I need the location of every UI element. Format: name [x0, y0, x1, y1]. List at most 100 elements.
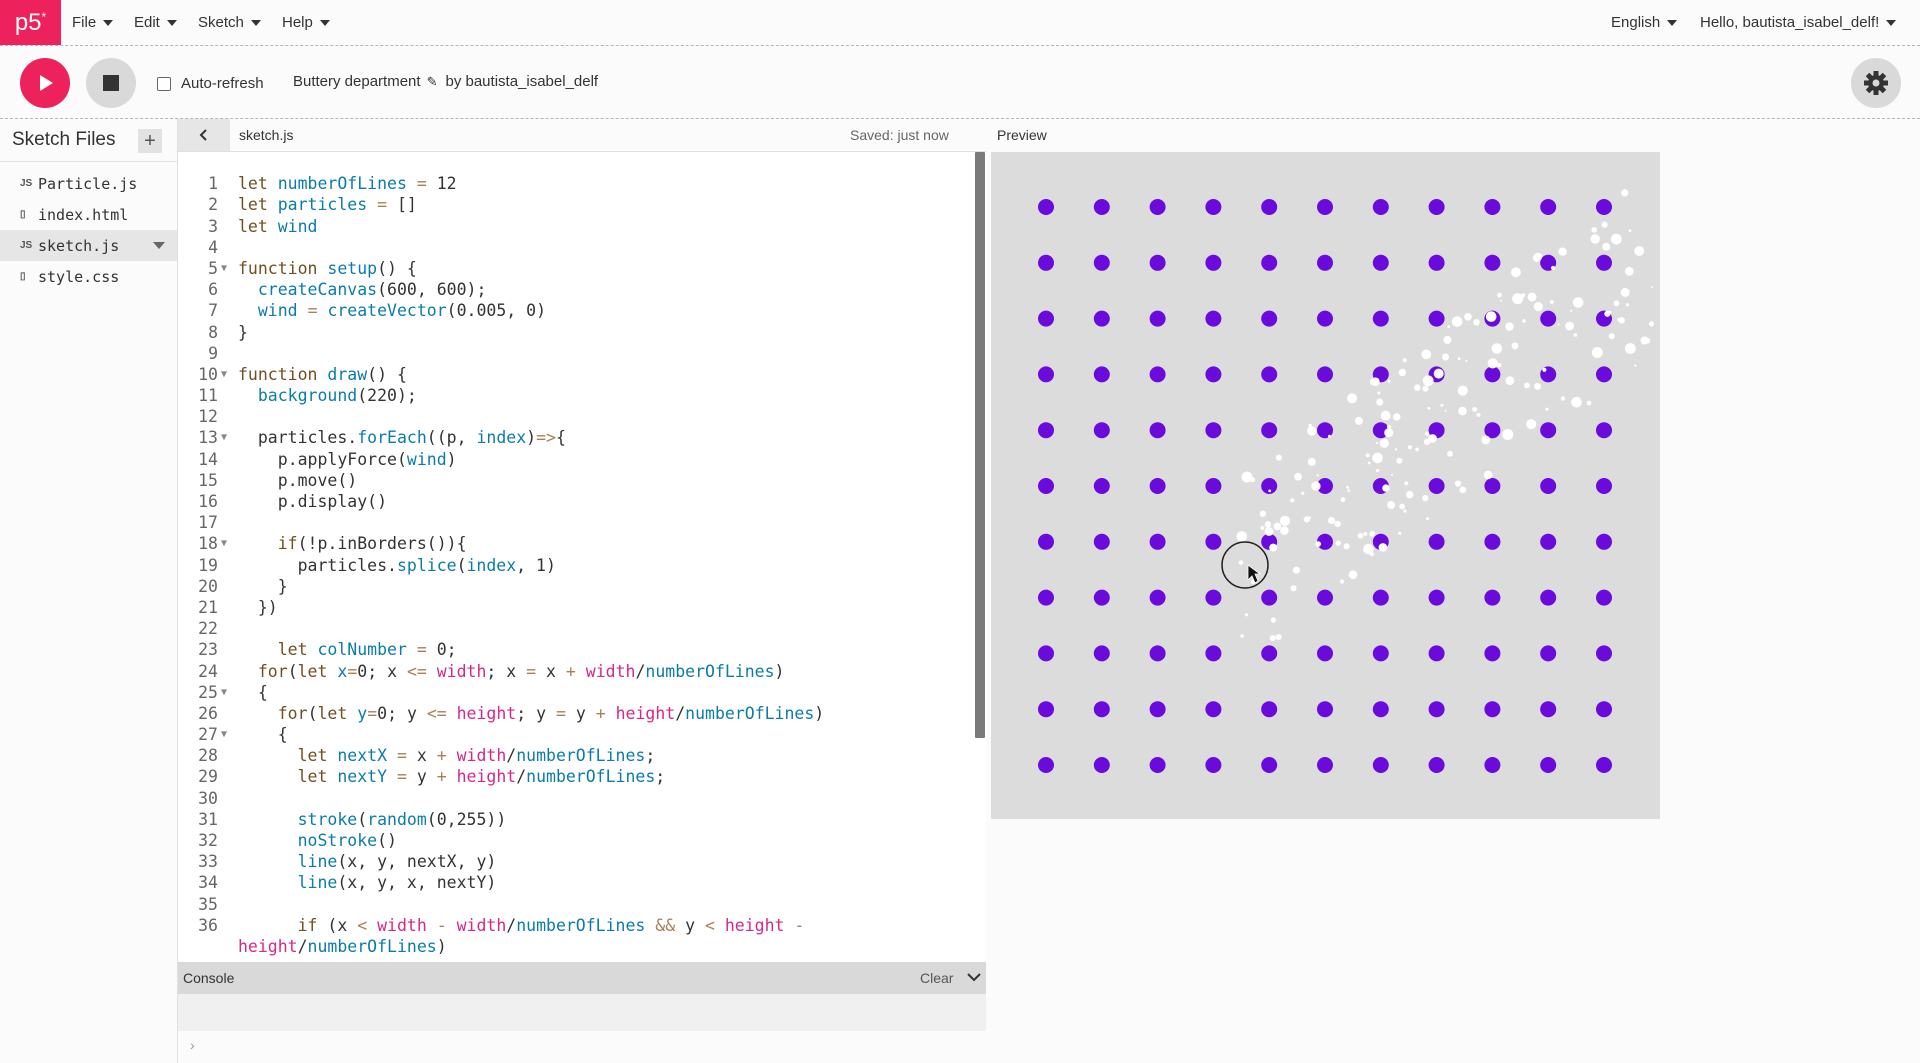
particle	[1348, 570, 1358, 579]
grid-dot	[1596, 199, 1612, 215]
grid-dot	[1484, 589, 1501, 606]
particle	[1545, 407, 1549, 411]
file-name: style.css	[38, 267, 120, 286]
grid-dot	[1149, 478, 1166, 494]
grid-dot	[1093, 310, 1110, 327]
particle	[1497, 292, 1502, 298]
file-item-style-css[interactable]: ▯ style.css	[0, 261, 177, 292]
particle	[1244, 613, 1248, 617]
particle	[1334, 520, 1341, 528]
file-options-caret-icon[interactable]	[153, 242, 165, 249]
line-number: 23	[198, 640, 218, 660]
particle	[1308, 423, 1312, 427]
particle	[1565, 321, 1574, 331]
fold-arrow-icon[interactable]: ▼	[221, 258, 227, 279]
fold-arrow-icon[interactable]: ▼	[221, 724, 227, 745]
editor-scrollbar[interactable]	[975, 152, 985, 738]
grid-dot	[1093, 199, 1110, 215]
file-item-particle-js[interactable]: JS Particle.js	[0, 168, 177, 199]
code-editor[interactable]: 1 2 3 4 5 ▼ 6 7 8 9 10 ▼ 11 12 13 ▼ 14 15 16 17 18 ▼ 19 20 21 22 2…	[178, 152, 986, 962]
particle	[1427, 406, 1431, 410]
line-number	[178, 936, 218, 957]
particle	[1560, 396, 1566, 401]
particle	[1316, 474, 1319, 477]
grid-dot	[1149, 757, 1166, 773]
auto-refresh-toggle[interactable]: Auto-refresh	[157, 75, 264, 92]
grid-dot	[1205, 701, 1222, 718]
grid-dot	[1205, 757, 1222, 773]
grid-dot	[1038, 757, 1054, 773]
particle	[1339, 579, 1345, 584]
particle	[1422, 375, 1434, 387]
add-file-button[interactable]: +	[138, 129, 162, 153]
particle	[1273, 522, 1282, 531]
grid-dot	[1205, 645, 1222, 662]
particle	[1422, 494, 1429, 502]
console-panel: Console Clear ›	[178, 962, 986, 1063]
fold-arrow-icon[interactable]: ▼	[221, 682, 227, 703]
particle	[1307, 426, 1317, 436]
grid-dot	[1149, 254, 1166, 271]
language-menu[interactable]: English	[1611, 0, 1678, 45]
grid-dot	[1317, 701, 1333, 718]
console-input[interactable]: ›	[178, 1031, 986, 1063]
file-item-sketch-js[interactable]: JS sketch.js	[0, 230, 177, 261]
grid-dot	[1317, 310, 1333, 327]
pencil-icon[interactable]: ✎	[427, 74, 438, 90]
particle	[1347, 393, 1358, 404]
grid-dot	[1484, 757, 1501, 773]
particle	[1269, 543, 1278, 552]
code-area[interactable]: let numberOfLines = 12 let particles = []…	[238, 152, 968, 957]
chevron-down-icon[interactable]	[966, 970, 982, 987]
particle	[1386, 424, 1392, 430]
particle	[1586, 400, 1592, 406]
particle	[1604, 310, 1611, 317]
clear-console-button[interactable]: Clear	[920, 970, 953, 986]
file-icon: ▯	[20, 271, 26, 282]
particle	[1500, 299, 1503, 302]
user-menu[interactable]: Hello, bautista_isabel_delf!	[1700, 0, 1897, 45]
particle	[1391, 474, 1394, 476]
file-item-index-html[interactable]: ▯ index.html	[0, 199, 177, 230]
particle	[1236, 531, 1248, 542]
grid-dot	[1372, 757, 1389, 773]
menu-file[interactable]: File	[72, 0, 114, 45]
fold-arrow-icon[interactable]: ▼	[221, 427, 227, 448]
stop-button[interactable]	[86, 58, 136, 108]
sketch-canvas[interactable]	[991, 152, 1660, 819]
menu-edit[interactable]: Edit	[134, 0, 177, 45]
grid-dot	[1261, 310, 1278, 327]
line-number: 22	[198, 619, 218, 639]
sketch-author[interactable]: by bautista_isabel_delf	[445, 73, 598, 90]
auto-refresh-checkbox[interactable]	[157, 76, 171, 91]
fold-arrow-icon[interactable]: ▼	[221, 533, 227, 554]
grid-dot	[1484, 254, 1501, 271]
line-number: 11	[198, 386, 218, 406]
top-nav: p5 * File Edit Sketch Help English Hello,…	[0, 0, 1920, 46]
sketch-title[interactable]: Buttery department	[293, 73, 421, 90]
particle	[1472, 407, 1478, 412]
settings-button[interactable]	[1851, 58, 1901, 108]
menu-help[interactable]: Help	[282, 0, 330, 45]
code-line: if (x < width - width/numberOfLines && y…	[297, 915, 805, 935]
grid-dot	[1596, 422, 1612, 439]
collapse-sidebar-button[interactable]	[178, 119, 230, 151]
particle	[1396, 457, 1403, 464]
particle	[1618, 317, 1625, 324]
particle	[1491, 343, 1503, 354]
line-number: 9	[208, 343, 218, 363]
code-line: let colNumber = 0;	[277, 640, 457, 660]
grid-dot	[1596, 366, 1612, 383]
fold-arrow-icon[interactable]: ▼	[221, 364, 227, 385]
particle	[1376, 398, 1384, 406]
menu-sketch[interactable]: Sketch	[198, 0, 261, 45]
play-button[interactable]	[20, 58, 70, 108]
particle	[1422, 385, 1429, 392]
code-line: line(x, y, x, nextY)	[297, 873, 497, 893]
canvas-drawing	[1038, 189, 1655, 773]
particle	[1340, 497, 1346, 503]
p5-logo[interactable]: p5 *	[0, 0, 61, 45]
